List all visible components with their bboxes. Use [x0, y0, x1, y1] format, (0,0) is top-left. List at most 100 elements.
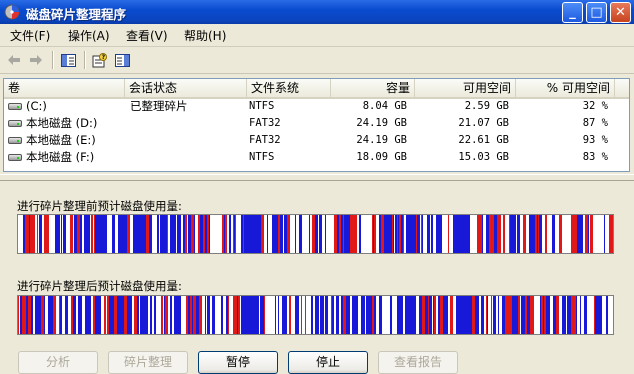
pause-button[interactable]: 暂停: [198, 351, 278, 374]
disk-cluster-stripe: [384, 296, 387, 334]
minimize-button[interactable]: _: [562, 2, 583, 23]
disk-cluster-stripe: [525, 296, 527, 334]
disk-cluster-stripe: [91, 215, 93, 253]
disk-cluster-stripe: [293, 215, 295, 253]
volume-row[interactable]: 本地磁盘 (E:) FAT32 24.19 GB 22.61 GB 93 %: [4, 132, 629, 149]
disk-cluster-stripe: [302, 296, 305, 334]
volume-list[interactable]: 卷 会话状态 文件系统 容量 可用空间 % 可用空间 (C:) 已整理碎片 NT…: [3, 78, 630, 172]
disk-cluster-stripe: [381, 215, 384, 253]
stop-button[interactable]: 停止: [288, 351, 368, 374]
disk-cluster-stripe: [508, 296, 509, 334]
forward-arrow-icon[interactable]: [28, 51, 44, 69]
disk-cluster-stripe: [67, 215, 68, 253]
column-volume[interactable]: 卷: [4, 79, 125, 97]
menu-action[interactable]: 操作(A): [68, 27, 110, 44]
column-free-space[interactable]: 可用空间: [415, 79, 516, 97]
disk-cluster-stripe: [325, 215, 326, 253]
disk-cluster-stripe: [127, 215, 129, 253]
disk-cluster-stripe: [361, 296, 363, 334]
disk-cluster-stripe: [49, 215, 52, 253]
disk-cluster-stripe: [60, 296, 62, 334]
back-arrow-icon[interactable]: [6, 51, 22, 69]
disk-cluster-stripe: [448, 215, 449, 253]
disk-cluster-stripe: [106, 296, 107, 334]
disk-cluster-stripe: [559, 296, 562, 334]
disk-cluster-stripe: [176, 215, 177, 253]
disk-cluster-stripe: [367, 215, 370, 253]
disk-cluster-stripe: [305, 296, 306, 334]
show-hide-icon[interactable]: [114, 51, 130, 69]
disk-cluster-stripe: [442, 215, 445, 253]
properties-help-icon[interactable]: ?: [91, 51, 107, 69]
disk-cluster-stripe: [493, 296, 496, 334]
toolbar-separator: [84, 51, 86, 69]
disk-cluster-stripe: [433, 296, 434, 334]
disk-cluster-stripe: [350, 296, 352, 334]
disk-cluster-stripe: [420, 296, 422, 334]
disk-cluster-stripe: [59, 296, 60, 334]
volume-free: 22.61 GB: [458, 134, 509, 146]
disk-cluster-stripe: [170, 296, 172, 334]
disk-cluster-stripe: [334, 296, 336, 334]
disk-cluster-stripe: [449, 215, 452, 253]
disk-cluster-stripe: [174, 215, 176, 253]
disk-cluster-stripe: [387, 296, 388, 334]
disk-cluster-stripe: [165, 296, 168, 334]
disk-cluster-stripe: [539, 215, 542, 253]
volume-fs: NTFS: [249, 151, 275, 163]
disk-cluster-stripe: [612, 215, 613, 253]
volume-row[interactable]: 本地磁盘 (D:) FAT32 24.19 GB 21.07 GB 87 %: [4, 115, 629, 132]
disk-cluster-stripe: [117, 215, 118, 253]
disk-cluster-stripe: [492, 296, 493, 334]
volume-row[interactable]: 本地磁盘 (F:) NTFS 18.09 GB 15.03 GB 83 %: [4, 149, 629, 166]
disk-cluster-stripe: [530, 296, 533, 334]
disk-cluster-stripe: [472, 215, 473, 253]
volume-row[interactable]: (C:) 已整理碎片 NTFS 8.04 GB 2.59 GB 32 %: [4, 98, 629, 115]
disk-cluster-stripe: [123, 296, 124, 334]
column-capacity[interactable]: 容量: [331, 79, 415, 97]
menu-help[interactable]: 帮助(H): [184, 27, 226, 44]
disk-cluster-stripe: [259, 296, 260, 334]
disk-cluster-stripe: [65, 296, 68, 334]
disk-cluster-stripe: [486, 296, 487, 334]
disk-cluster-stripe: [299, 215, 301, 253]
disk-cluster-stripe: [143, 215, 144, 253]
disk-cluster-stripe: [394, 215, 395, 253]
disk-cluster-stripe: [508, 215, 509, 253]
disk-cluster-stripe: [161, 296, 163, 334]
column-file-system[interactable]: 文件系统: [247, 79, 331, 97]
disk-cluster-stripe: [436, 215, 439, 253]
disk-cluster-stripe: [361, 215, 364, 253]
disk-cluster-stripe: [552, 215, 555, 253]
close-button[interactable]: ✕: [610, 2, 631, 23]
console-tree-icon[interactable]: [60, 51, 76, 69]
analyze-button[interactable]: 分析: [18, 351, 98, 374]
disk-cluster-stripe: [423, 215, 426, 253]
defragment-button[interactable]: 碎片整理: [108, 351, 188, 374]
disk-cluster-stripe: [202, 296, 205, 334]
disk-cluster-stripe: [320, 296, 322, 334]
disk-cluster-stripe: [174, 296, 177, 334]
disk-cluster-stripe: [181, 296, 184, 334]
disk-cluster-stripe: [374, 215, 375, 253]
disk-cluster-stripe: [240, 296, 241, 334]
disk-cluster-stripe: [520, 296, 521, 334]
maximize-button[interactable]: □: [586, 2, 607, 23]
disk-cluster-stripe: [68, 296, 71, 334]
disk-cluster-stripe: [382, 296, 384, 334]
disk-cluster-stripe: [574, 215, 577, 253]
disk-cluster-stripe: [271, 296, 272, 334]
disk-cluster-stripe: [336, 296, 339, 334]
disk-cluster-stripe: [207, 215, 209, 253]
menu-file[interactable]: 文件(F): [10, 27, 50, 44]
view-report-button[interactable]: 查看报告: [378, 351, 458, 374]
disk-cluster-stripe: [417, 215, 420, 253]
disk-cluster-stripe: [319, 215, 322, 253]
disk-cluster-stripe: [516, 215, 517, 253]
column-session-status[interactable]: 会话状态: [125, 79, 247, 97]
menu-view[interactable]: 查看(V): [126, 27, 168, 44]
pane-splitter[interactable]: [0, 174, 634, 181]
disk-cluster-stripe: [581, 296, 584, 334]
disk-cluster-stripe: [358, 296, 359, 334]
column-percent-free[interactable]: % 可用空间: [516, 79, 615, 97]
